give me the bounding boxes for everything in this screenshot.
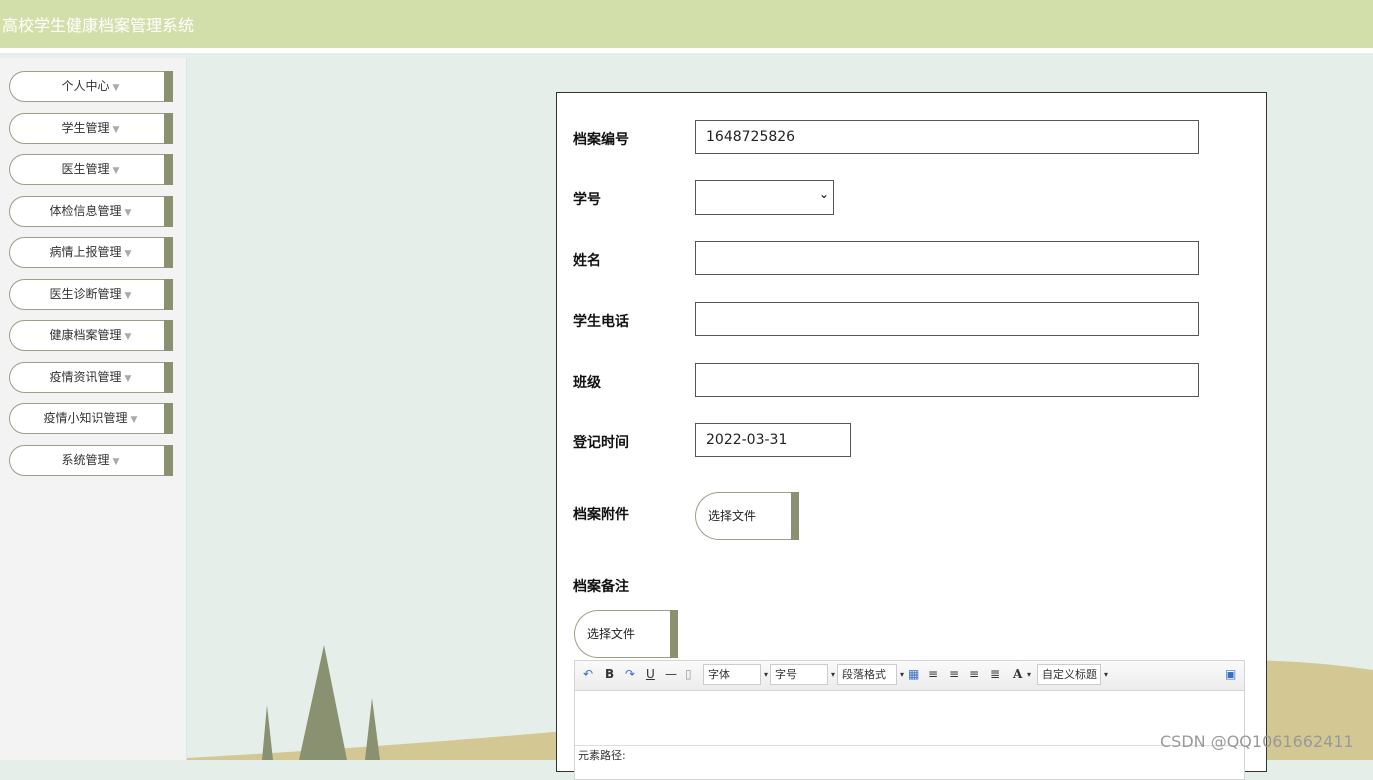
sidebar: 个人中心 ▼ 学生管理 ▼ 医生管理 ▼ 体检信息管理 ▼ 病情上报管理 ▼ 医生诊断管理… xyxy=(0,58,187,760)
chevron-down-icon: ⌄ xyxy=(818,187,829,201)
remark-file-button[interactable]: 选择文件 xyxy=(574,610,678,658)
file-button-label: 选择文件 xyxy=(587,627,636,641)
student-no-select[interactable]: ⌄ xyxy=(695,180,834,215)
fullscreen-icon[interactable]: ▣ xyxy=(1225,667,1236,681)
class-input[interactable] xyxy=(695,363,1199,397)
sidebar-item-label: 医生管理 xyxy=(61,162,110,176)
app-header: 高校学生健康档案管理系统 xyxy=(0,0,1373,53)
font-color-icon[interactable]: A xyxy=(1013,667,1022,681)
sidebar-item-diagnosis[interactable]: 医生诊断管理 ▼ xyxy=(9,279,173,310)
sidebar-item-health-archive[interactable]: 健康档案管理 ▼ xyxy=(9,320,173,351)
align-left-icon[interactable]: ≡ xyxy=(928,667,938,681)
font-size-label: 字号 xyxy=(775,668,797,681)
paragraph-format-label: 段落格式 xyxy=(842,668,886,681)
editor-toolbar: ↶ B ↷ U — ▯ 字体 ▾ 字号 ▾ 段落格式 ▾ ▦ ≡ ≡ ≡ ≣ A ▾ … xyxy=(575,661,1244,691)
app-title: 高校学生健康档案管理系统 xyxy=(2,16,195,35)
caret-down-icon: ▼ xyxy=(124,291,132,301)
sidebar-item-system[interactable]: 系统管理 ▼ xyxy=(9,445,173,476)
archive-form: 档案编号 1648725826 学号 ⌄ 姓名 学生电话 班级 登记时间 202… xyxy=(556,92,1267,780)
reg-time-input[interactable]: 2022-03-31 xyxy=(695,423,851,457)
caret-down-icon: ▼ xyxy=(124,332,132,342)
document-icon[interactable]: ▯ xyxy=(685,667,692,681)
horizontal-rule-icon[interactable]: — xyxy=(665,667,677,681)
reg-time-label: 登记时间 xyxy=(573,435,629,451)
caret-down-icon: ▼ xyxy=(112,457,120,467)
caret-down-icon: ▼ xyxy=(124,249,132,259)
redo-icon[interactable]: ↷ xyxy=(625,667,635,681)
rich-text-editor[interactable]: ↶ B ↷ U — ▯ 字体 ▾ 字号 ▾ 段落格式 ▾ ▦ ≡ ≡ ≡ ≣ A ▾ … xyxy=(574,660,1247,780)
custom-title-label: 自定义标题 xyxy=(1042,668,1097,681)
sidebar-item-label: 学生管理 xyxy=(61,121,110,135)
archive-no-input[interactable]: 1648725826 xyxy=(695,120,1199,154)
class-label: 班级 xyxy=(573,375,601,391)
dropdown-arrow-icon[interactable]: ▾ xyxy=(1027,670,1031,679)
sidebar-item-doctors[interactable]: 医生管理 ▼ xyxy=(9,154,173,185)
sidebar-item-epidemic-tips[interactable]: 疫情小知识管理 ▼ xyxy=(9,403,173,434)
dropdown-arrow-icon: ▾ xyxy=(1103,670,1108,679)
name-input[interactable] xyxy=(695,241,1199,275)
undo-icon[interactable]: ↶ xyxy=(583,667,593,681)
dropdown-arrow-icon: ▾ xyxy=(763,670,768,679)
sidebar-item-illness-report[interactable]: 病情上报管理 ▼ xyxy=(9,237,173,268)
element-path-bar: 元素路径: xyxy=(575,745,1247,766)
sidebar-item-label: 病情上报管理 xyxy=(49,245,122,259)
caret-down-icon: ▼ xyxy=(124,208,132,218)
sidebar-item-label: 医生诊断管理 xyxy=(49,287,122,301)
attachment-label: 档案附件 xyxy=(573,507,629,523)
align-right-icon[interactable]: ≡ xyxy=(949,667,959,681)
caret-down-icon: ▼ xyxy=(112,125,120,135)
attachment-file-button[interactable]: 选择文件 xyxy=(695,492,799,540)
caret-down-icon: ▼ xyxy=(130,415,138,425)
caret-down-icon: ▼ xyxy=(112,83,120,93)
remark-label: 档案备注 xyxy=(573,579,629,595)
sidebar-item-personal-center[interactable]: 个人中心 ▼ xyxy=(9,71,173,102)
align-justify-icon[interactable]: ≣ xyxy=(990,667,1000,681)
student-no-label: 学号 xyxy=(573,192,601,208)
align-center-icon[interactable]: ≡ xyxy=(969,667,979,681)
paragraph-format-select[interactable]: 段落格式 ▾ xyxy=(837,664,904,685)
watermark: CSDN @QQ1061662411 xyxy=(1160,732,1354,751)
sidebar-item-label: 体检信息管理 xyxy=(49,204,122,218)
sidebar-item-label: 健康档案管理 xyxy=(49,328,122,342)
caret-down-icon: ▼ xyxy=(112,166,120,176)
font-family-label: 字体 xyxy=(708,668,730,681)
button-accent xyxy=(670,610,678,658)
header-divider xyxy=(0,48,1373,53)
dropdown-arrow-icon: ▾ xyxy=(899,670,904,679)
sidebar-item-physical-exam[interactable]: 体检信息管理 ▼ xyxy=(9,196,173,227)
sidebar-item-label: 系统管理 xyxy=(61,453,110,467)
font-family-select[interactable]: 字体 ▾ xyxy=(703,664,768,685)
archive-no-label: 档案编号 xyxy=(573,132,629,148)
sidebar-item-label: 疫情资讯管理 xyxy=(49,370,122,384)
sidebar-item-epidemic-news[interactable]: 疫情资讯管理 ▼ xyxy=(9,362,173,393)
button-accent xyxy=(791,492,799,540)
table-icon[interactable]: ▦ xyxy=(908,667,919,681)
phone-label: 学生电话 xyxy=(573,314,629,330)
bold-icon[interactable]: B xyxy=(605,667,614,681)
name-label: 姓名 xyxy=(573,253,601,269)
underline-icon[interactable]: U xyxy=(646,667,655,681)
sidebar-item-label: 个人中心 xyxy=(61,79,110,93)
caret-down-icon: ▼ xyxy=(124,374,132,384)
file-button-label: 选择文件 xyxy=(708,509,757,523)
dropdown-arrow-icon: ▾ xyxy=(830,670,835,679)
sidebar-item-students[interactable]: 学生管理 ▼ xyxy=(9,113,173,144)
font-size-select[interactable]: 字号 ▾ xyxy=(770,664,835,685)
custom-title-select[interactable]: 自定义标题 ▾ xyxy=(1037,664,1108,685)
phone-input[interactable] xyxy=(695,302,1199,336)
sidebar-item-label: 疫情小知识管理 xyxy=(43,411,128,425)
